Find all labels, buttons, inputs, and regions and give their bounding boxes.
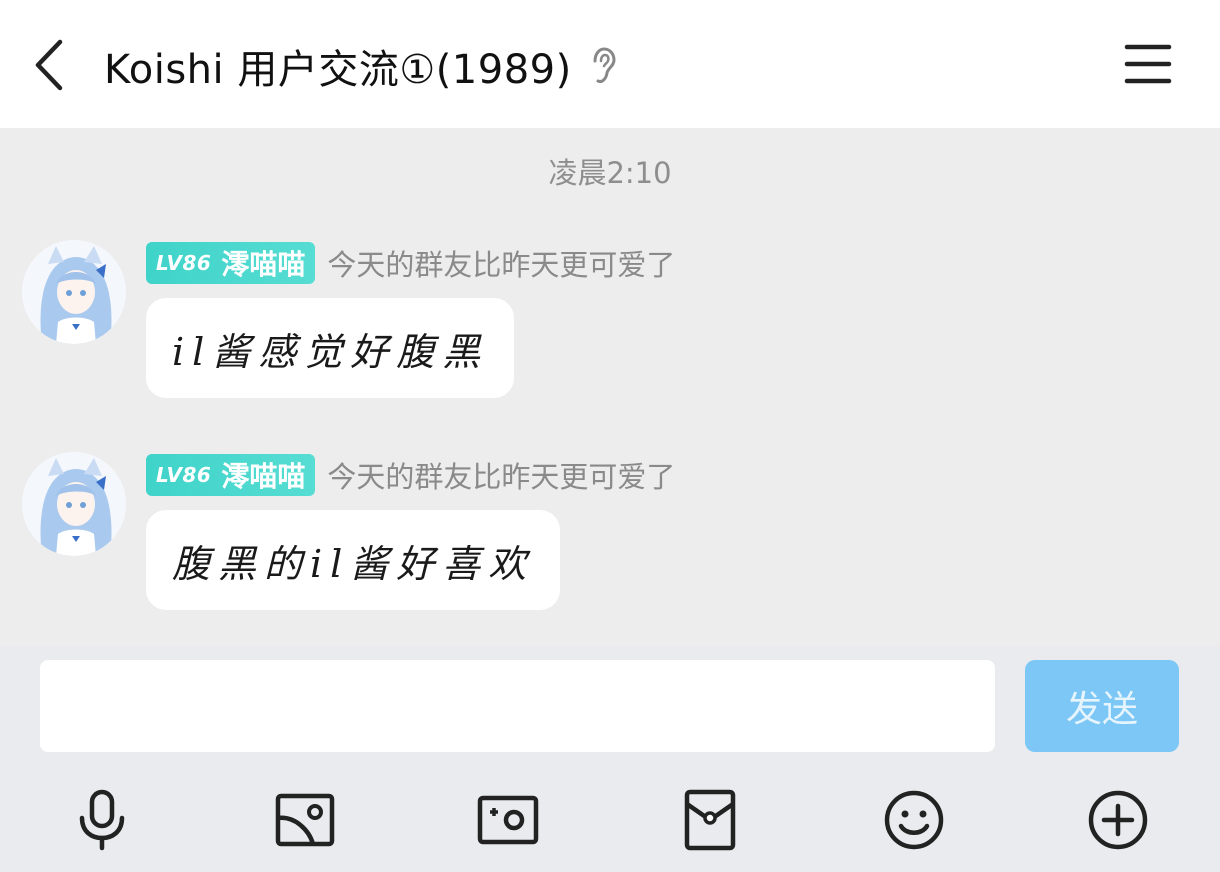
sender-name: 澪喵喵	[221, 460, 306, 493]
composer-bar: 发送	[0, 646, 1220, 872]
message-item: LV86 澪喵喵 今天的群友比昨天更可爱了 il酱感觉好腹黑	[22, 240, 1192, 430]
group-title: Koishi 用户交流①(1989)	[104, 47, 572, 93]
member-title: 今天的群友比昨天更可爱了	[327, 460, 676, 494]
top-bar: Koishi 用户交流①(1989)	[0, 0, 1220, 128]
send-button[interactable]: 发送	[1025, 660, 1179, 752]
plus-circle-icon[interactable]	[1086, 788, 1150, 852]
message-item: LV86 澪喵喵 今天的群友比昨天更可爱了 腹黑的il酱好喜欢	[22, 452, 1192, 642]
red-packet-icon[interactable]	[678, 788, 742, 852]
camera-icon[interactable]	[476, 788, 540, 852]
avatar[interactable]	[22, 240, 126, 344]
ear-icon[interactable]	[588, 46, 618, 86]
sender-line: LV86 澪喵喵 今天的群友比昨天更可爱了	[146, 242, 675, 284]
member-title: 今天的群友比昨天更可爱了	[327, 248, 676, 282]
title-area[interactable]: Koishi 用户交流①(1989)	[104, 36, 618, 96]
back-chevron-icon[interactable]	[30, 38, 70, 92]
emoji-icon[interactable]	[882, 788, 946, 852]
chat-area[interactable]: 凌晨2:10 LV86 澪喵喵 今天的群友比昨天更可爱了 il酱感觉好腹黑 LV…	[0, 128, 1220, 646]
sender-name: 澪喵喵	[221, 248, 306, 281]
sender-line: LV86 澪喵喵 今天的群友比昨天更可爱了	[146, 454, 675, 496]
message-bubble[interactable]: 腹黑的il酱好喜欢	[146, 510, 561, 610]
message-input[interactable]	[40, 660, 995, 752]
member-badge[interactable]: LV86 澪喵喵	[146, 454, 316, 496]
microphone-icon[interactable]	[70, 788, 134, 852]
level-label: LV86	[156, 251, 212, 275]
level-label: LV86	[156, 463, 212, 487]
member-badge[interactable]: LV86 澪喵喵	[146, 242, 316, 284]
message-bubble[interactable]: il酱感觉好腹黑	[146, 298, 515, 398]
image-icon[interactable]	[273, 788, 337, 852]
hamburger-menu-icon[interactable]	[1124, 42, 1172, 86]
avatar[interactable]	[22, 452, 126, 556]
time-separator: 凌晨2:10	[548, 156, 672, 190]
